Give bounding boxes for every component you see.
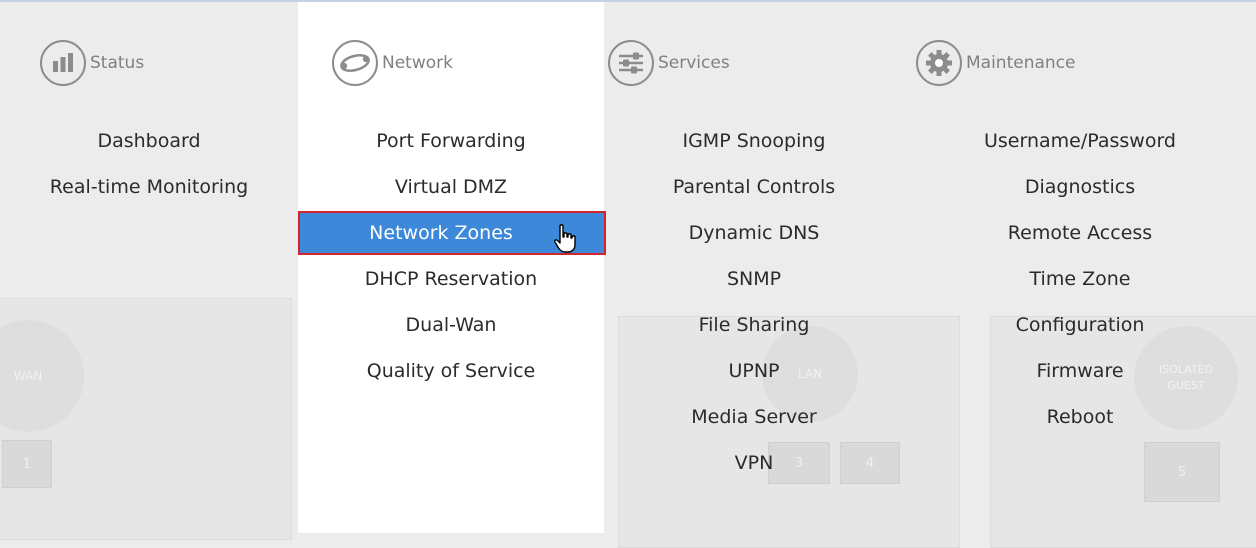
status-header[interactable]: Status bbox=[40, 38, 144, 88]
menu-item-quality-of-service[interactable]: Quality of Service bbox=[298, 350, 604, 396]
menu-item-reboot[interactable]: Reboot bbox=[904, 396, 1256, 442]
menu-item-real-time-monitoring[interactable]: Real-time Monitoring bbox=[0, 166, 298, 212]
bar-chart-icon bbox=[40, 40, 86, 86]
menu-item-parental-controls[interactable]: Parental Controls bbox=[604, 166, 904, 212]
services-header[interactable]: Services bbox=[608, 38, 730, 88]
menu-item-configuration[interactable]: Configuration bbox=[904, 304, 1256, 350]
hand-pointer-icon bbox=[554, 224, 576, 253]
menu-item-igmp-snooping[interactable]: IGMP Snooping bbox=[604, 120, 904, 166]
menu-item-dashboard[interactable]: Dashboard bbox=[0, 120, 298, 166]
menu-item-dynamic-dns[interactable]: Dynamic DNS bbox=[604, 212, 904, 258]
network-header[interactable]: Network bbox=[332, 38, 453, 88]
menu-item-network-zones-label: Network Zones bbox=[369, 222, 513, 244]
menu-item-upnp[interactable]: UPNP bbox=[604, 350, 904, 396]
menu-item-virtual-dmz[interactable]: Virtual DMZ bbox=[298, 166, 604, 212]
services-menu: IGMP Snooping Parental Controls Dynamic … bbox=[604, 120, 904, 488]
menu-item-media-server[interactable]: Media Server bbox=[604, 396, 904, 442]
gear-icon bbox=[916, 40, 962, 86]
sliders-icon bbox=[608, 40, 654, 86]
services-column: Services IGMP Snooping Parental Controls… bbox=[604, 2, 904, 533]
menu-item-time-zone[interactable]: Time Zone bbox=[904, 258, 1256, 304]
menu-item-remote-access[interactable]: Remote Access bbox=[904, 212, 1256, 258]
menu-item-diagnostics[interactable]: Diagnostics bbox=[904, 166, 1256, 212]
maintenance-header[interactable]: Maintenance bbox=[916, 38, 1075, 88]
menu-item-port-forwarding[interactable]: Port Forwarding bbox=[298, 120, 604, 166]
status-menu: Dashboard Real-time Monitoring bbox=[0, 120, 298, 212]
status-column: Status Dashboard Real-time Monitoring bbox=[0, 2, 298, 533]
menu-item-dual-wan[interactable]: Dual-Wan bbox=[298, 304, 604, 350]
network-header-label: Network bbox=[382, 53, 453, 73]
maintenance-column: Maintenance Username/Password Diagnostic… bbox=[904, 2, 1256, 533]
menu-item-snmp[interactable]: SNMP bbox=[604, 258, 904, 304]
network-menu: Port Forwarding Virtual DMZ DHCP Reserva… bbox=[298, 120, 604, 396]
maintenance-menu: Username/Password Diagnostics Remote Acc… bbox=[904, 120, 1256, 442]
maintenance-header-label: Maintenance bbox=[966, 53, 1076, 73]
menu-item-file-sharing[interactable]: File Sharing bbox=[604, 304, 904, 350]
menu-item-vpn[interactable]: VPN bbox=[604, 442, 904, 488]
menu-item-firmware[interactable]: Firmware bbox=[904, 350, 1256, 396]
services-header-label: Services bbox=[658, 53, 730, 73]
network-column: Network Port Forwarding Virtual DMZ DHCP… bbox=[298, 2, 604, 533]
status-header-label: Status bbox=[90, 53, 145, 73]
menu-item-username-password[interactable]: Username/Password bbox=[904, 120, 1256, 166]
menu-item-dhcp-reservation[interactable]: DHCP Reservation bbox=[298, 258, 604, 304]
network-orbit-icon bbox=[332, 40, 378, 86]
